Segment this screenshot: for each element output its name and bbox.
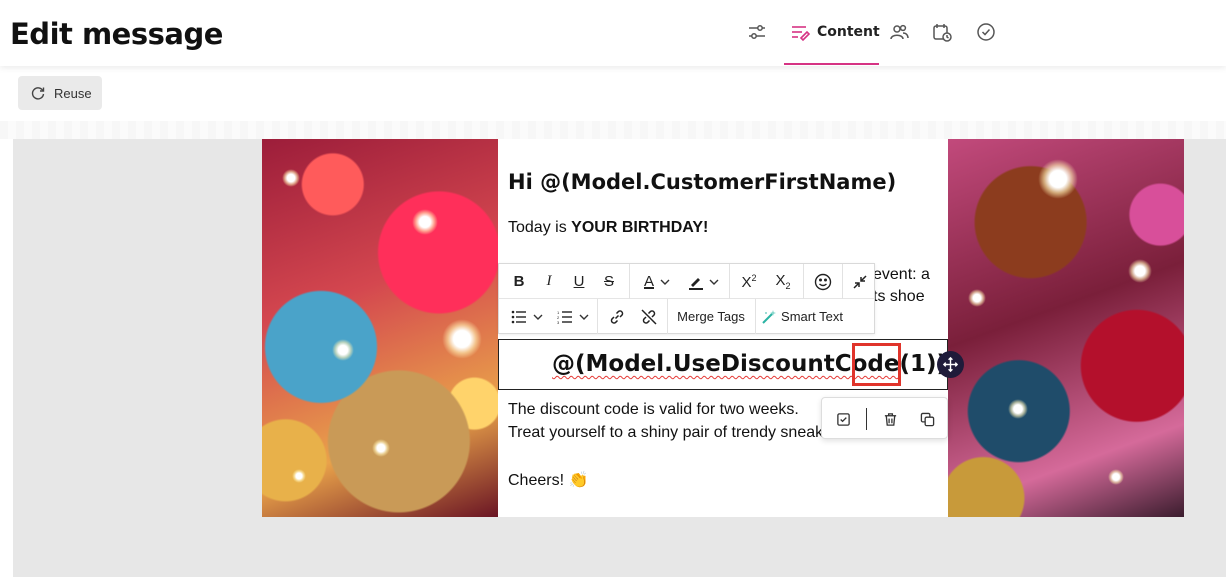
header: Edit message Content — [0, 0, 1226, 66]
clap-emoji: 👏 — [568, 470, 589, 489]
rte-row-structure: 123 Merge Tags Smart Text — [499, 299, 874, 334]
popover-divider — [866, 408, 867, 430]
svg-text:3: 3 — [557, 320, 560, 324]
divider-strip — [0, 121, 1226, 139]
chevron-down-icon — [660, 279, 670, 285]
chevron-down-icon — [709, 279, 719, 285]
checkbox-icon — [836, 412, 850, 426]
insert-link-button[interactable] — [601, 299, 633, 334]
smiley-icon — [814, 273, 832, 290]
bullet-list-icon — [511, 310, 526, 323]
birthday-line[interactable]: Today is YOUR BIRTHDAY! — [508, 219, 708, 237]
toolbar-divider — [597, 299, 598, 334]
bold-button[interactable]: B — [505, 264, 533, 299]
smart-text-button[interactable]: Smart Text — [757, 299, 847, 334]
content-icon — [790, 22, 811, 42]
font-color-icon: A — [643, 273, 654, 290]
unlink-icon — [641, 308, 657, 325]
italic-button[interactable]: I — [535, 264, 563, 299]
font-color-button[interactable]: A — [635, 264, 679, 299]
smart-text-label: Smart Text — [781, 309, 843, 324]
highlighter-icon — [689, 277, 703, 290]
rte-row-formatting: B I U S A X2 X2 — [499, 264, 874, 299]
numbered-list-button[interactable]: 123 — [551, 299, 595, 334]
magic-wand-icon — [762, 309, 777, 324]
select-block-button[interactable] — [832, 408, 854, 430]
bulleted-list-button[interactable] — [505, 299, 549, 334]
balloon-image-left[interactable] — [262, 139, 498, 517]
discount-code-expression: @(Model.UseDiscountCode — [552, 351, 900, 377]
valid-line[interactable]: The discount code is valid for two weeks… — [508, 401, 799, 419]
users-icon[interactable] — [888, 21, 910, 43]
collapse-toolbar-button[interactable] — [844, 264, 876, 299]
sliders-icon[interactable] — [746, 21, 768, 43]
trash-icon — [884, 412, 896, 426]
check-circle-icon[interactable] — [975, 21, 997, 43]
reuse-button[interactable]: Reuse — [18, 76, 102, 110]
hidden-text-fragment-1: event: a — [873, 266, 930, 283]
delete-block-button[interactable] — [879, 408, 901, 430]
collapse-arrows-icon — [853, 274, 867, 289]
rich-text-toolbar: B I U S A X2 X2 1 2 3 Merge Tags Smart T… — [498, 263, 875, 334]
reuse-label: Reuse — [54, 85, 92, 101]
subscript-icon: X2 — [775, 272, 791, 291]
subscript-button[interactable]: X2 — [767, 264, 799, 299]
toolbar-divider — [629, 264, 630, 299]
calendar-clock-icon[interactable] — [931, 21, 953, 43]
highlight-color-button[interactable] — [681, 264, 725, 299]
tab-content[interactable]: Content — [784, 0, 880, 66]
move-arrows-icon — [942, 356, 959, 373]
greeting-heading[interactable]: Hi @(Model.CustomerFirstName) — [508, 170, 896, 194]
toolbar-divider — [755, 299, 756, 334]
balloon-image-right[interactable] — [948, 139, 1184, 517]
birthday-line-prefix: Today is — [508, 219, 572, 236]
superscript-icon: X2 — [741, 272, 757, 291]
merge-tags-button[interactable]: Merge Tags — [669, 299, 753, 334]
toolbar-divider — [729, 264, 730, 299]
refresh-icon — [31, 87, 45, 100]
toolbar-divider — [842, 264, 843, 299]
link-icon — [610, 309, 624, 324]
hidden-text-fragment-2: ts shoe — [873, 288, 925, 305]
toolbar-divider — [667, 299, 668, 334]
page-title: Edit message — [10, 17, 223, 51]
superscript-button[interactable]: X2 — [733, 264, 765, 299]
treat-line[interactable]: Treat yourself to a shiny pair of trendy… — [508, 424, 823, 442]
chevron-down-icon — [579, 314, 589, 320]
active-tab-indicator — [784, 63, 879, 65]
underline-button[interactable]: U — [565, 264, 593, 299]
tab-content-label: Content — [817, 24, 880, 40]
signoff-line[interactable]: Cheers! 👏 — [508, 470, 588, 490]
numbered-list-icon: 123 — [557, 310, 572, 324]
remove-link-button[interactable] — [633, 299, 665, 334]
duplicate-block-button[interactable] — [916, 408, 938, 430]
strikethrough-button[interactable]: S — [595, 264, 623, 299]
duplicate-icon — [920, 412, 934, 426]
highlight-annotation-box — [852, 343, 901, 386]
emoji-button[interactable] — [807, 264, 839, 299]
toolbar-divider — [803, 264, 804, 299]
chevron-down-icon — [533, 314, 543, 320]
move-block-handle[interactable] — [937, 351, 964, 378]
block-actions-popover — [821, 397, 948, 439]
signoff-text: Cheers! — [508, 472, 565, 489]
action-toolbar: Reuse — [0, 66, 1226, 121]
birthday-line-bold: YOUR BIRTHDAY! — [571, 219, 709, 236]
